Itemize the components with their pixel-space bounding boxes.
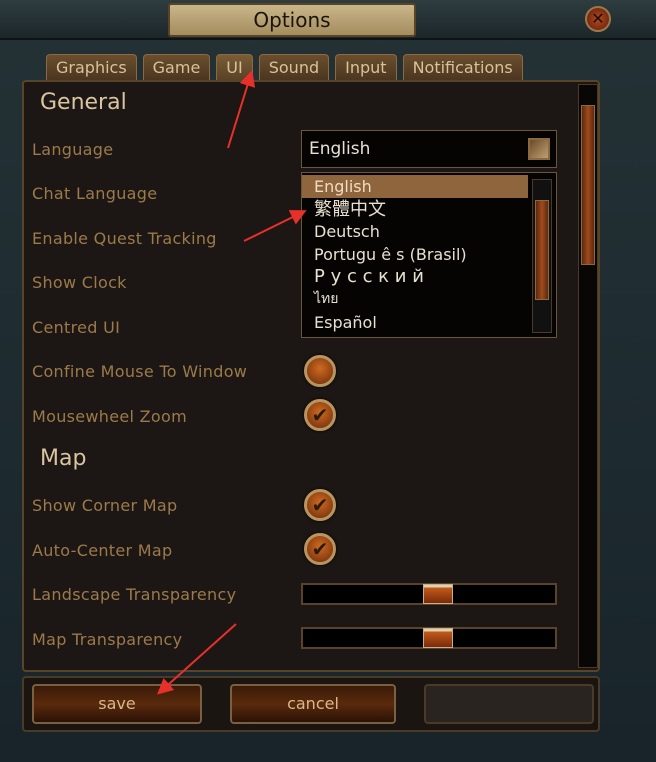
annotation-arrows — [157, 70, 307, 695]
arrow-to-chinese-option — [243, 210, 307, 242]
arrow-to-save-button — [157, 623, 237, 695]
arrow-to-ui-tab — [227, 70, 256, 149]
